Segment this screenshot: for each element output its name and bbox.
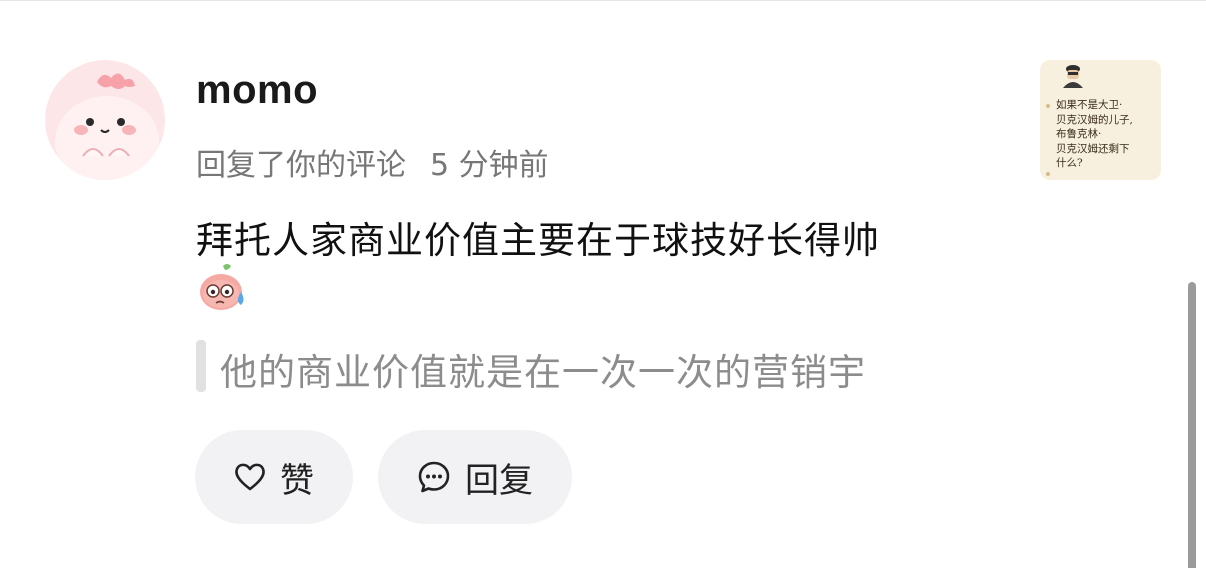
like-label: 赞: [280, 460, 314, 501]
thumb-line: 什么?: [1056, 157, 1083, 169]
comment-bubble-icon: [418, 461, 450, 493]
avatar[interactable]: [45, 60, 165, 180]
character-icon: [1063, 65, 1083, 88]
thumb-line: 贝克汉姆还剩下: [1056, 142, 1130, 155]
quote-bar: [196, 340, 206, 392]
thumb-dot: [1046, 104, 1050, 108]
avatar-image: [45, 60, 165, 180]
reply-label: 回复: [465, 460, 533, 501]
action-text: 回复了你的评论: [196, 148, 406, 183]
thumbnail-text: 如果不是大卫· 贝克汉姆的儿子, 布鲁克林· 贝克汉姆还剩下 什么?: [1056, 98, 1133, 171]
sweat-face-emoji: [200, 264, 244, 310]
quoted-comment[interactable]: 他的商业价值就是在一次一次的营销宇: [220, 342, 980, 396]
heart-icon: [235, 463, 265, 491]
post-thumbnail[interactable]: 如果不是大卫· 贝克汉姆的儿子, 布鲁克林· 贝克汉姆还剩下 什么?: [1040, 60, 1161, 180]
thumb-dot: [1046, 172, 1050, 176]
comment-text: 拜托人家商业价值主要在于球技好长得帅: [196, 219, 880, 262]
notification-page: momo 回复了你的评论 5 分钟前 拜托人家商业价值主要在于球技好长得帅 他的商…: [0, 0, 1206, 568]
thumb-line: 如果不是大卫·: [1056, 99, 1123, 111]
thumb-line: 贝克汉姆的儿子,: [1056, 113, 1133, 126]
comment-meta: 回复了你的评论 5 分钟前: [196, 140, 549, 184]
quote-fade: [880, 338, 990, 398]
like-button[interactable]: 赞: [195, 430, 353, 524]
username[interactable]: momo: [196, 68, 318, 113]
scrollbar[interactable]: [1188, 282, 1196, 568]
reply-button[interactable]: 回复: [378, 430, 572, 524]
top-divider: [0, 0, 1206, 1]
timestamp: 5 分钟前: [430, 148, 549, 183]
thumb-line: 布鲁克林·: [1056, 128, 1102, 140]
